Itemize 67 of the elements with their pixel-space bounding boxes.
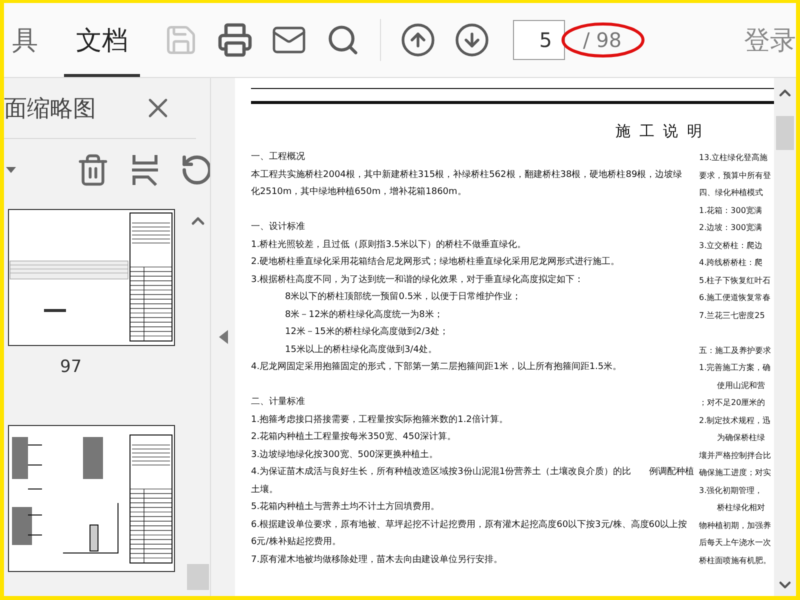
document-text-line: 1.桥柱光照较差，且过低（原则指3.5米以下）的桥柱不做垂直绿化。 (251, 238, 526, 252)
document-text-line: 3.根据桥柱高度不同，为了达到统一和谐的绿化效果，对于垂直绿化高度拟定如下： (251, 274, 584, 286)
drawing-sheet-thumbnail[interactable] (8, 209, 178, 349)
document-text-line: 5.柱子下恢复红叶石 (699, 274, 771, 286)
panel-title: 面缩略图 (4, 94, 96, 124)
delete-button[interactable] (76, 153, 110, 187)
document-text-line: 8米－12米的桥柱绿化高度统一为8米； (284, 308, 443, 322)
document-text-line: 桥柱面喷施有机肥。 (699, 554, 771, 566)
document-text-line: 3.立交桥柱：爬边 (699, 240, 763, 252)
document-text-line: 6元/株补贴起挖费用。 (251, 536, 341, 549)
scrollbar-thumb[interactable] (187, 564, 209, 590)
document-text-line: 本工程共实施桥柱2004根，其中新建桥柱315根，补绿桥柱562根，翻建桥柱38根，硬地桥柱89根，边坡绿 (251, 168, 682, 182)
document-text-line: 使用山泥和营 (716, 380, 765, 392)
document-text-line: 3.强化初期管理， (699, 484, 763, 496)
tab[interactable]: 具 (4, 3, 50, 77)
document-text-line: 2.制定技术规程，迅 (699, 414, 771, 426)
document-text-line: 4.尼龙网固定采用抱箍固定的形式，下部第一第二层抱箍间距1米，以上所有抱箍间距1.5米。 (251, 360, 622, 374)
document-text-line: 13.立柱绿化登高施 (699, 152, 768, 164)
scrollbar-thumb[interactable] (776, 116, 794, 150)
document-text-line: 物种植初期，加强养 (699, 520, 771, 532)
document-text-line: 为确保桥柱绿 (716, 432, 765, 444)
dropdown-button[interactable] (6, 167, 16, 173)
document-text-line: 12米－15米的桥柱绿化高度做到2/3处； (284, 326, 448, 339)
drawing-sheet-thumbnail[interactable] (8, 425, 178, 575)
document-text-line: 6.根据建设单位要求，原有地被、草坪起挖不计起挖费用，原有灌木起挖高度60以下按3元/株、高度60以上按 (251, 518, 688, 532)
split-button[interactable] (130, 153, 160, 187)
document-text-line: 确保施工进度；对实 (699, 467, 771, 479)
document-text-line: 1.花箱：300宽满 (699, 204, 762, 216)
section-heading: 一、设计标准 (251, 220, 305, 234)
document-text-line: 四、绿化种植模式 (699, 187, 763, 199)
document-text-line: 7.兰花三七密度25 (699, 310, 765, 322)
document-text-line: 桥柱绿化相对 (716, 502, 765, 514)
document-text-line: 3.边坡绿地绿化按300宽、500深更换种植土。 (251, 448, 438, 462)
page-number-field[interactable]: 5 (513, 20, 565, 60)
collapse-panel-icon[interactable] (218, 330, 228, 344)
section-heading: 二、计量标准 (251, 396, 305, 409)
document-text-line: 2.边坡：300宽满 (699, 222, 762, 234)
document-text-line: 6.施工便道恢复常春 (699, 292, 771, 304)
document-text-line: 五：施工及养护要求 (699, 344, 771, 356)
document-text-line: ；对不足20厘米的 (699, 397, 766, 409)
document-text-line: 2.花箱内种植土工程量按每米350宽、450深计算。 (251, 430, 456, 444)
document-text-line: 4.跨线桥桥柱：爬 (699, 257, 763, 269)
document-text-line: 2.硬地桥柱垂直绿化采用花箱结合尼龙网形式；绿地桥柱垂直绿化采用尼龙网形式进行施工。 (251, 256, 620, 269)
arrow-down-icon (454, 22, 490, 58)
document-text-line: 土壤。 (251, 484, 278, 496)
document-text-line: 5.花箱内种植土与营养土均不计土方回填费用。 (251, 500, 440, 514)
page-number-label: 97 (60, 357, 82, 377)
document-text-line: 7.原有灌木地被均做移除处理，苗木去向由建设单位另行安排。 (251, 554, 503, 566)
document-text-line: 1.抱箍考虑接口搭接需要，工程量按实际抱箍米数的1.2倍计算。 (251, 414, 508, 426)
document-text-line: 后每天上午浇水一次 (699, 537, 771, 549)
document-text-line: 15米以上的桥柱绿化高度做到3/4处。 (284, 344, 437, 356)
document-text-line: 4.为保证苗木成活与良好生长，所有种植改造区域按3份山泥混1份营养土（土壤改良介质）的比 例调配种植 (251, 466, 694, 479)
document-title: 施 工 说 明 (616, 122, 704, 141)
search-icon (326, 23, 360, 57)
document-text-line: 化2510m，其中绿地种植650m，增补花箱1860m。 (251, 186, 466, 199)
split-page-icon (130, 153, 160, 187)
trash-icon (76, 153, 110, 187)
caret-icon (6, 167, 16, 173)
page-total: / 98 (583, 28, 622, 52)
arrow-up-icon (400, 22, 436, 58)
print-icon (217, 22, 253, 58)
section-heading: 一、工程概况 (251, 150, 305, 164)
document-text-line: 要求，预算中所有登 (699, 170, 771, 182)
document-text-line: 壤并严格控制拌合比 (699, 450, 771, 462)
document-text-line: 8米以下的桥柱顶部统一预留0.5米，以便于日常维护作业； (284, 290, 522, 304)
save-icon (164, 23, 198, 57)
document-text-line: 1.完善施工方案，确 (699, 362, 771, 374)
